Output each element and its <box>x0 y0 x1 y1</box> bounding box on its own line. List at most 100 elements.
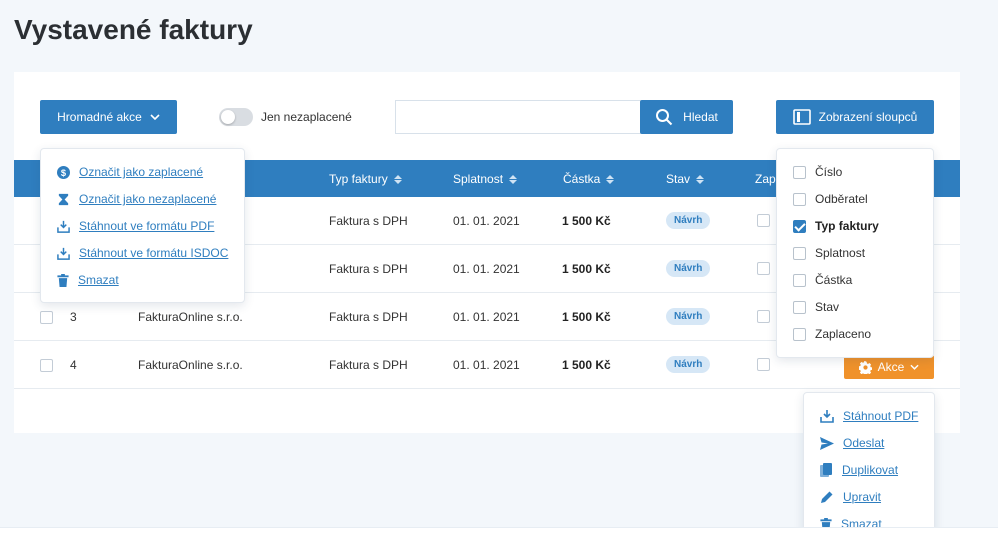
column-checkbox[interactable] <box>793 273 806 287</box>
search-input[interactable] <box>395 100 641 134</box>
column-option-type[interactable]: Typ faktury <box>793 219 879 233</box>
status-badge: Návrh <box>666 356 711 373</box>
search-button[interactable]: Hledat <box>640 100 733 134</box>
column-option-label: Odběratel <box>815 192 868 206</box>
cell-due: 01. 01. 2021 <box>453 214 520 228</box>
pencil-icon <box>821 491 833 503</box>
row-select-checkbox[interactable] <box>40 311 53 324</box>
column-checkbox[interactable] <box>793 300 806 314</box>
cell-amount: 1 500 Kč <box>562 262 611 276</box>
header-due-label: Splatnost <box>453 172 504 186</box>
sort-icon <box>696 174 705 184</box>
header-paid[interactable]: Zap <box>755 172 776 186</box>
bulk-actions-menu: $ Označit jako zaplacené Označit jako ne… <box>40 148 245 303</box>
cell-amount: 1 500 Kč <box>562 358 611 372</box>
cell-due: 01. 01. 2021 <box>453 310 520 324</box>
paid-checkbox[interactable] <box>757 310 770 323</box>
menu-item-label: Smazat <box>78 273 119 287</box>
row-actions-label: Akce <box>877 360 905 374</box>
menu-item-send[interactable]: Odeslat <box>820 436 884 450</box>
paid-checkbox[interactable] <box>757 262 770 275</box>
hourglass-icon <box>58 193 69 205</box>
sort-icon <box>393 174 402 184</box>
menu-item-label: Odeslat <box>843 436 885 450</box>
cell-number: 3 <box>70 310 77 324</box>
page-title: Vystavené faktury <box>14 14 253 45</box>
menu-item-delete[interactable]: Smazat <box>57 273 119 287</box>
column-option-label: Typ faktury <box>815 219 879 233</box>
menu-item-duplicate[interactable]: Duplikovat <box>820 463 898 477</box>
menu-item-download-isdoc[interactable]: Stáhnout ve formátu ISDOC <box>57 246 228 260</box>
columns-button[interactable]: Zobrazení sloupců <box>776 100 934 134</box>
column-option-number[interactable]: Číslo <box>793 165 842 179</box>
cell-amount: 1 500 Kč <box>562 310 611 324</box>
send-icon <box>820 436 834 450</box>
columns-menu: Číslo Odběratel Typ faktury Splatnost Čá… <box>776 148 934 358</box>
menu-item-mark-paid[interactable]: $ Označit jako zaplacené <box>57 165 203 179</box>
column-option-due[interactable]: Splatnost <box>793 246 865 260</box>
page-footer-band <box>0 527 998 559</box>
header-due[interactable]: Splatnost <box>453 172 518 186</box>
svg-text:$: $ <box>61 167 67 177</box>
cell-due: 01. 01. 2021 <box>453 358 520 372</box>
header-type[interactable]: Typ faktury <box>329 172 402 186</box>
cell-customer: FakturaOnline s.r.o. <box>138 358 243 372</box>
row-select-checkbox[interactable] <box>40 359 53 372</box>
column-option-label: Stav <box>815 300 840 314</box>
columns-icon <box>792 109 811 125</box>
unpaid-toggle[interactable] <box>219 108 253 126</box>
cell-number: 4 <box>70 358 77 372</box>
menu-item-label: Upravit <box>843 490 882 504</box>
column-option-customer[interactable]: Odběratel <box>793 192 868 206</box>
download-icon <box>57 220 70 233</box>
column-option-label: Splatnost <box>815 246 866 260</box>
row-actions-button[interactable]: Akce <box>844 355 934 379</box>
menu-item-label: Duplikovat <box>842 463 899 477</box>
cell-type: Faktura s DPH <box>329 358 408 372</box>
column-checkbox[interactable] <box>793 327 806 341</box>
paid-checkbox[interactable] <box>757 358 770 371</box>
cell-type: Faktura s DPH <box>329 310 408 324</box>
paid-checkbox[interactable] <box>757 214 770 227</box>
cell-due: 01. 01. 2021 <box>453 262 520 276</box>
menu-item-label: Označit jako zaplacené <box>79 165 204 179</box>
cell-type: Faktura s DPH <box>329 214 408 228</box>
download-icon <box>57 247 70 260</box>
menu-item-label: Stáhnout ve formátu ISDOC <box>79 246 229 260</box>
menu-item-label: Označit jako nezaplacené <box>79 192 217 206</box>
menu-item-download-pdf[interactable]: Stáhnout ve formátu PDF <box>57 219 214 233</box>
status-badge: Návrh <box>666 260 711 277</box>
column-option-status[interactable]: Stav <box>793 300 839 314</box>
column-checkbox-checked[interactable] <box>793 219 806 233</box>
header-status-label: Stav <box>666 172 691 186</box>
menu-item-edit[interactable]: Upravit <box>820 490 881 504</box>
menu-item-mark-unpaid[interactable]: Označit jako nezaplacené <box>57 192 216 206</box>
cell-amount: 1 500 Kč <box>562 214 611 228</box>
column-option-paid[interactable]: Zaplaceno <box>793 327 871 341</box>
search-icon <box>656 109 673 126</box>
header-amount[interactable]: Částka <box>563 172 615 186</box>
unpaid-toggle-wrap[interactable]: Jen nezaplacené <box>219 108 352 126</box>
search-button-label: Hledat <box>683 110 718 124</box>
menu-item-label: Stáhnout PDF <box>843 409 919 423</box>
column-checkbox[interactable] <box>793 246 806 260</box>
cell-customer: FakturaOnline s.r.o. <box>138 310 243 324</box>
gear-icon <box>858 360 872 374</box>
column-option-amount[interactable]: Částka <box>793 273 852 287</box>
download-icon <box>820 410 834 423</box>
header-paid-label: Zap <box>755 172 776 186</box>
columns-button-label: Zobrazení sloupců <box>818 110 918 124</box>
unpaid-toggle-label: Jen nezaplacené <box>261 110 352 124</box>
cell-type: Faktura s DPH <box>329 262 408 276</box>
header-type-label: Typ faktury <box>329 172 388 186</box>
bulk-actions-button[interactable]: Hromadné akce <box>40 100 177 134</box>
chevron-down-icon <box>910 364 919 370</box>
copy-icon <box>820 463 832 477</box>
header-amount-label: Částka <box>563 172 601 186</box>
column-option-label: Zaplaceno <box>815 327 872 341</box>
header-status[interactable]: Stav <box>666 172 705 186</box>
bulk-actions-label: Hromadné akce <box>57 110 142 124</box>
column-checkbox[interactable] <box>793 192 806 206</box>
menu-item-download-pdf[interactable]: Stáhnout PDF <box>820 409 918 423</box>
column-checkbox[interactable] <box>793 165 806 179</box>
